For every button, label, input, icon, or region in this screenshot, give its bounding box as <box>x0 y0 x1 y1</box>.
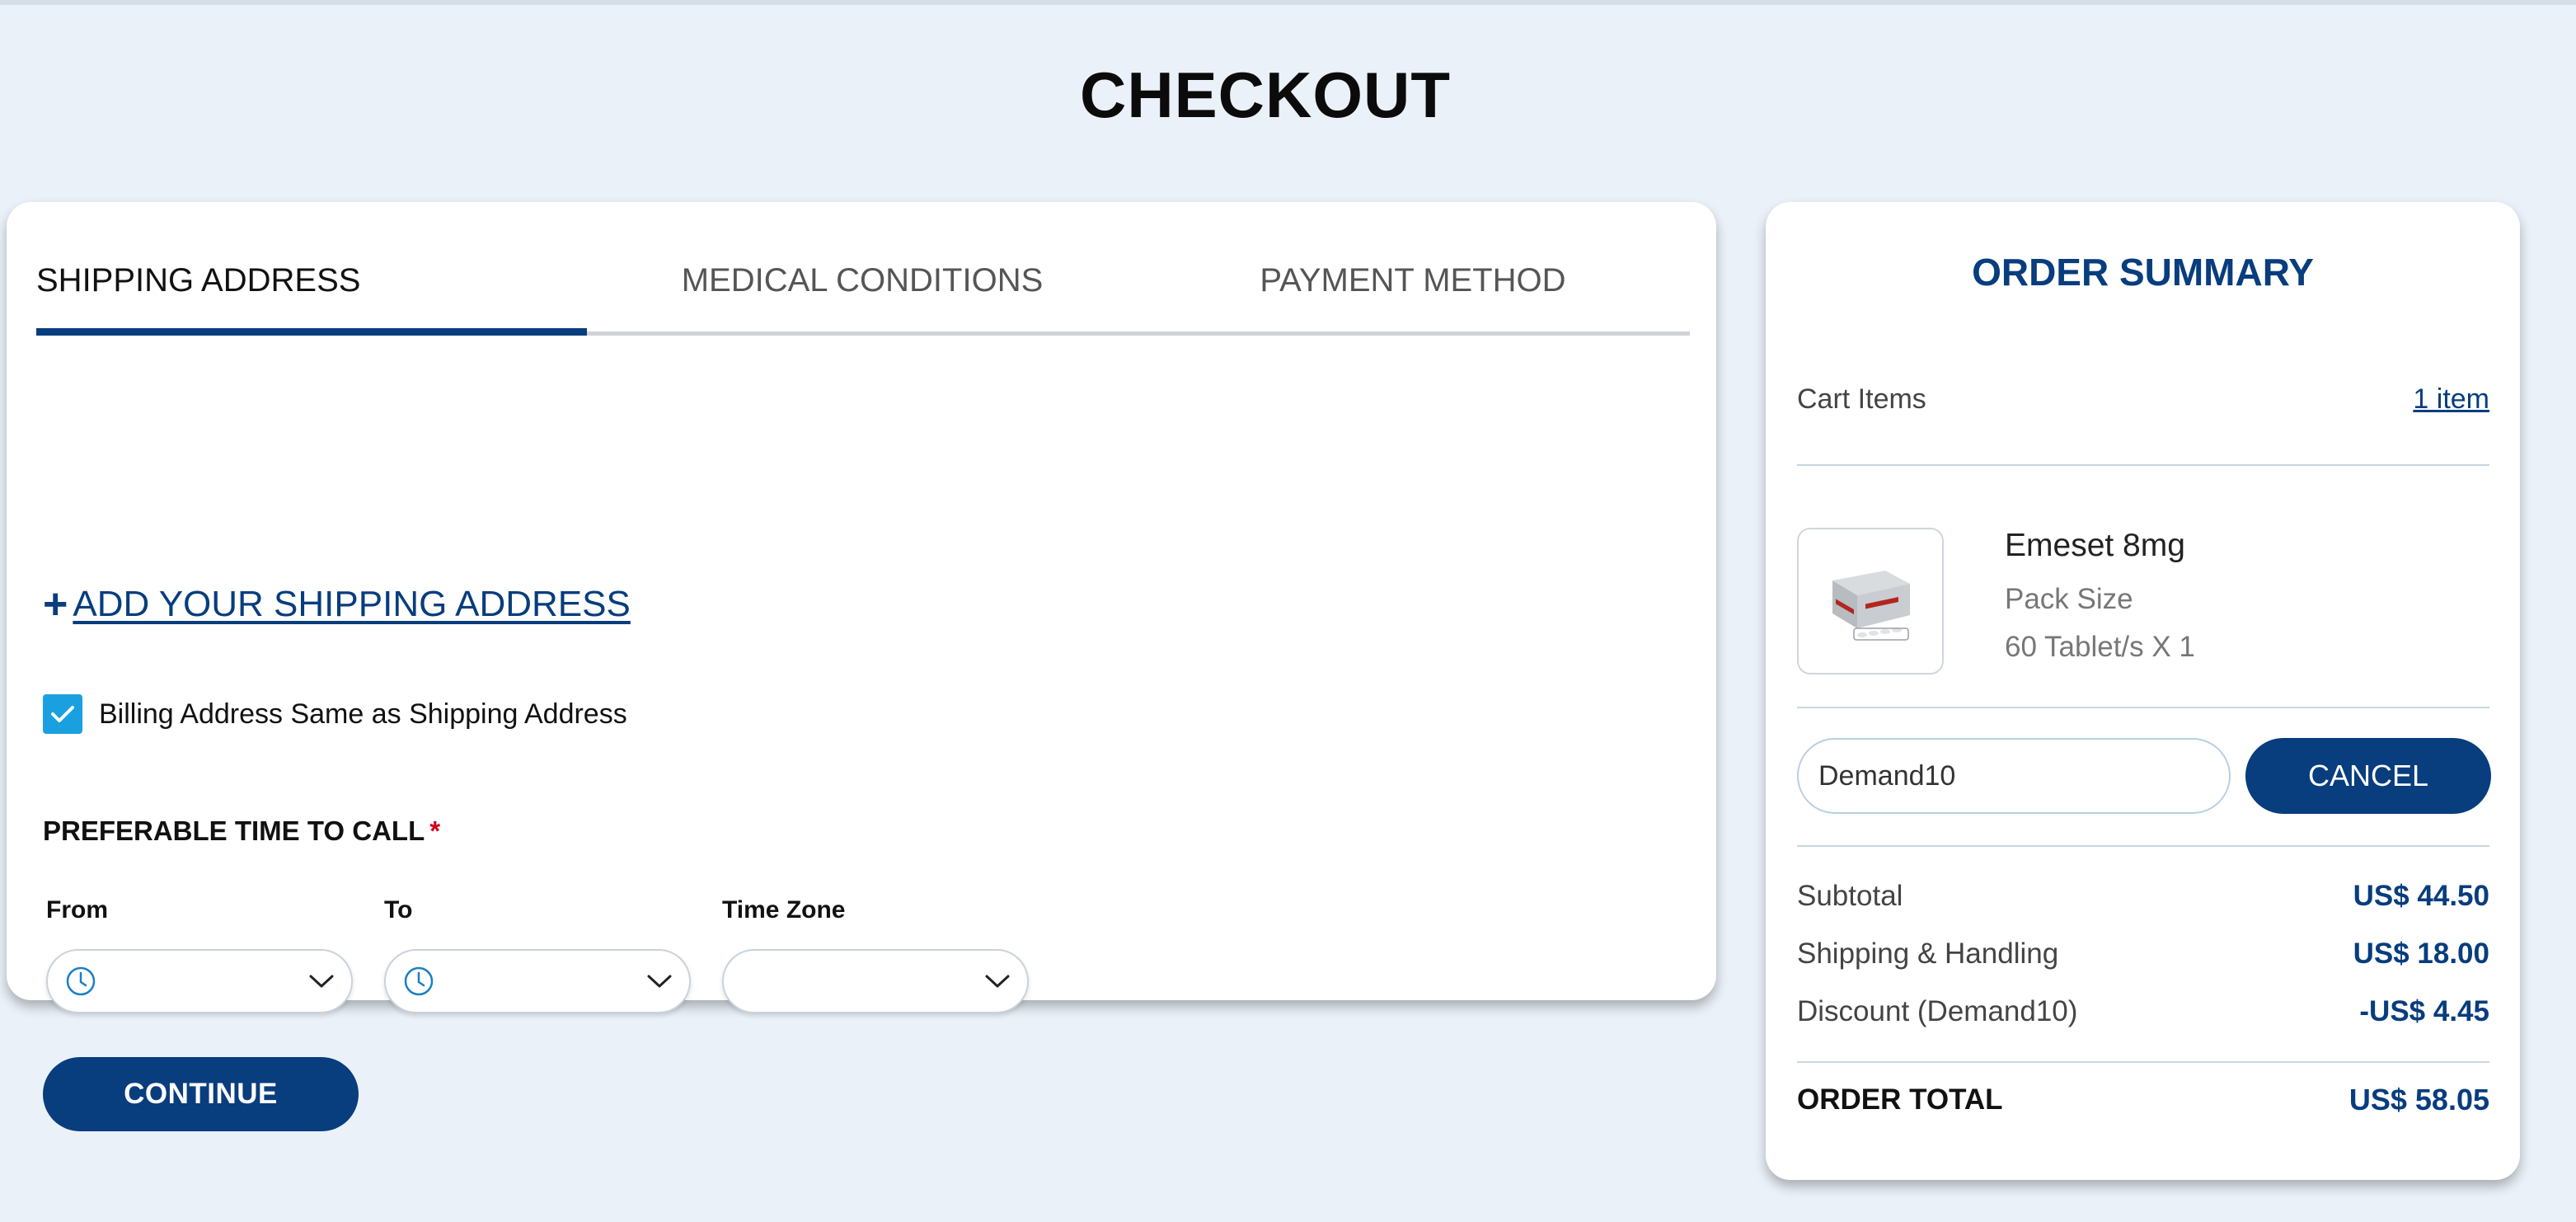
clock-icon <box>404 966 434 996</box>
to-label: To <box>384 896 413 924</box>
check-icon <box>51 706 74 722</box>
order-summary-card: ORDER SUMMARY Cart Items 1 item Emeset 8… <box>1766 202 2520 1180</box>
shipping-label: Shipping & Handling <box>1797 938 2059 970</box>
plus-icon: + <box>43 580 68 628</box>
discount-row: Discount (Demand10) -US$ 4.45 <box>1797 995 2489 1028</box>
shipping-value: US$ 18.00 <box>2353 938 2489 970</box>
subtotal-value: US$ 44.50 <box>2353 880 2489 912</box>
billing-same-label: Billing Address Same as Shipping Address <box>99 698 627 730</box>
shipping-row: Shipping & Handling US$ 18.00 <box>1797 938 2489 971</box>
order-total-value: US$ 58.05 <box>2348 1083 2489 1116</box>
pack-size-label: Pack Size <box>2005 583 2133 615</box>
cart-items-row: Cart Items 1 item <box>1797 383 2489 416</box>
to-time-select[interactable] <box>384 949 691 1013</box>
subtotal-row: Subtotal US$ 44.50 <box>1797 880 2489 913</box>
discount-value: -US$ 4.45 <box>2359 995 2489 1027</box>
divider <box>1797 845 2489 847</box>
page-title: CHECKOUT <box>1080 59 1451 131</box>
order-summary-title: ORDER SUMMARY <box>1972 251 2314 294</box>
chevron-down-icon <box>985 975 1010 988</box>
divider <box>1797 464 2489 466</box>
required-mark: * <box>429 815 441 846</box>
chevron-down-icon <box>647 975 672 988</box>
discount-label: Discount (Demand10) <box>1797 995 2078 1027</box>
product-thumbnail[interactable] <box>1797 528 1944 674</box>
timezone-label: Time Zone <box>722 896 846 924</box>
call-time-heading: PREFERABLE TIME TO CALL * <box>43 815 440 847</box>
divider <box>1797 707 2489 708</box>
order-total-label: ORDER TOTAL <box>1797 1083 2003 1116</box>
top-border <box>0 0 2576 5</box>
call-time-heading-text: PREFERABLE TIME TO CALL <box>43 815 425 846</box>
timezone-select[interactable] <box>722 949 1029 1013</box>
clock-icon <box>66 966 96 996</box>
from-time-select[interactable] <box>46 949 353 1013</box>
pack-size-value: 60 Tablet/s X 1 <box>2005 631 2195 663</box>
cancel-coupon-button[interactable]: CANCEL <box>2245 738 2491 814</box>
product-image <box>1832 571 1910 641</box>
from-label: From <box>46 896 108 924</box>
order-total-row: ORDER TOTAL US$ 58.05 <box>1797 1083 2489 1117</box>
billing-same-row: Billing Address Same as Shipping Address <box>43 694 627 734</box>
tab-payment-method[interactable]: PAYMENT METHOD <box>1138 230 1688 331</box>
cart-items-count-link[interactable]: 1 item <box>2413 383 2489 416</box>
checkout-form-card: SHIPPING ADDRESS MEDICAL CONDITIONS PAYM… <box>7 202 1716 1131</box>
checkout-steps-tabs: SHIPPING ADDRESS MEDICAL CONDITIONS PAYM… <box>36 230 1690 336</box>
tab-medical-conditions[interactable]: MEDICAL CONDITIONS <box>587 230 1138 331</box>
add-shipping-address-link[interactable]: + ADD YOUR SHIPPING ADDRESS <box>43 583 631 626</box>
subtotal-label: Subtotal <box>1797 880 1903 912</box>
divider <box>1797 1061 2489 1063</box>
cart-items-label: Cart Items <box>1797 383 1926 415</box>
add-shipping-address-label: ADD YOUR SHIPPING ADDRESS <box>73 584 631 624</box>
billing-same-checkbox[interactable] <box>43 694 82 734</box>
continue-button[interactable]: CONTINUE <box>43 1057 359 1131</box>
product-name: Emeset 8mg <box>2005 528 2185 563</box>
coupon-input[interactable] <box>1797 738 2231 814</box>
chevron-down-icon <box>309 975 334 988</box>
tab-shipping-address[interactable]: SHIPPING ADDRESS <box>36 230 587 336</box>
